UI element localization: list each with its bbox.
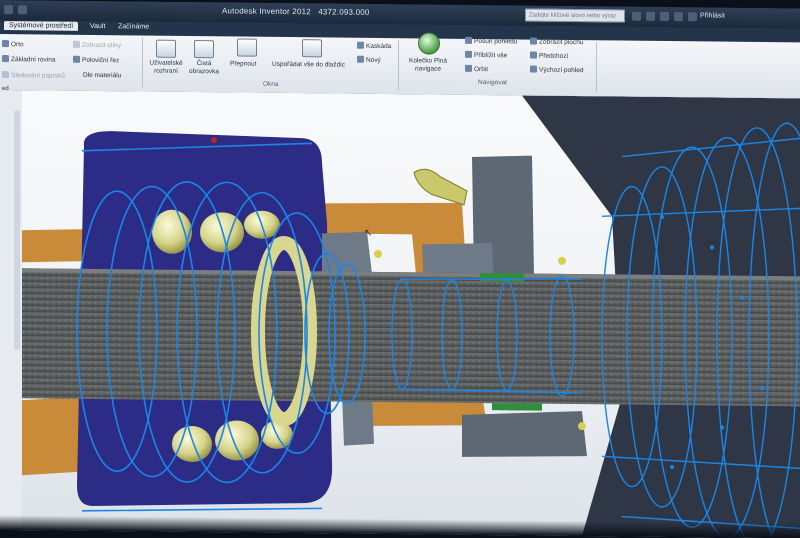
bolt-head [558, 256, 566, 265]
group-separator [398, 40, 399, 91]
new-window-icon [357, 55, 364, 63]
communication-icon[interactable] [646, 11, 655, 21]
home-icon [530, 65, 537, 73]
navigation-wheel-icon [418, 32, 440, 55]
group-separator [142, 37, 143, 88]
panel-scrollbar[interactable] [14, 110, 20, 351]
graphics-viewport[interactable]: ↖ [22, 90, 800, 538]
tab-getting-started[interactable]: Začínáme [118, 23, 149, 30]
tab-vault[interactable]: Vault [90, 23, 105, 30]
new-window-button[interactable]: Nový [357, 55, 381, 64]
inventor-window: Autodesk Inventor 2012 4372.093.000 Zade… [0, 0, 800, 538]
window-title: Autodesk Inventor 2012 4372.093.000 [222, 6, 370, 17]
pan-button[interactable]: Posun pohledu [465, 36, 517, 45]
user-interface-button[interactable]: Uživatelské rozhraní [147, 60, 185, 76]
user-interface-icon [156, 39, 176, 58]
ground-plane-icon [2, 55, 9, 63]
look-at-button[interactable]: Zobrazit plochu [530, 37, 583, 46]
panel-label: ed [2, 86, 9, 93]
mouse-cursor: ↖ [364, 227, 373, 239]
bronze-plate-left [22, 228, 92, 263]
ray-tracing-button[interactable]: Sledování paprsků [2, 71, 65, 80]
cascade-button[interactable]: Kaskáda [357, 41, 391, 50]
help-icon[interactable] [674, 12, 683, 22]
home-view-button[interactable]: Výchozí pohled [530, 65, 583, 74]
orbit-icon [465, 64, 472, 72]
orbit-button[interactable]: Orbit [465, 64, 488, 73]
half-section-button[interactable]: Poloviční řez [73, 55, 119, 64]
show-shadows-button[interactable]: Zobrazit stíny [73, 40, 121, 49]
arrange-all-button[interactable]: Uspořádat vše do dlaždic [272, 61, 345, 69]
clean-screen-icon [194, 40, 214, 59]
tile-windows-icon [302, 39, 322, 58]
shadows-icon [73, 40, 80, 48]
section-icon [73, 55, 80, 63]
windows-group-label: Okna [263, 80, 279, 88]
browser-panel-edge: ed [0, 86, 23, 531]
previous-view-icon [530, 51, 537, 59]
app-menu-icon[interactable] [4, 5, 13, 15]
favorites-icon[interactable] [660, 11, 669, 22]
ortho-icon [2, 40, 9, 48]
tab-system-environment[interactable]: Systémové prostředí [4, 21, 79, 31]
group-separator [596, 42, 597, 93]
green-detail [492, 403, 542, 411]
model-view[interactable] [22, 90, 800, 538]
zoom-all-button[interactable]: Přiblížit vše [465, 50, 507, 59]
navigate-group-label: Navigovat [478, 79, 507, 87]
cascade-icon [357, 41, 364, 49]
switch-window-button[interactable]: Přepnout [230, 60, 256, 67]
user-icon [688, 12, 697, 22]
full-navigation-wheel-button[interactable]: Kolečko Plná navigace [404, 57, 452, 74]
ortho-button[interactable]: Orto [2, 40, 24, 48]
bolt-head [374, 249, 382, 258]
help-search-input[interactable]: Zadejte klíčové slovo nebo výraz [525, 8, 625, 23]
previous-view-button[interactable]: Předchozí [530, 51, 568, 60]
hose-fitting [413, 168, 468, 206]
quick-access-icon[interactable] [18, 5, 27, 15]
ray-tracing-icon [2, 71, 9, 79]
sign-in-link[interactable]: Přihlásit [700, 12, 725, 19]
ground-plane-button[interactable]: Základní rovina [2, 55, 55, 64]
search-icon[interactable] [632, 11, 641, 21]
clean-screen-button[interactable]: Čistá obrazovka [189, 60, 219, 76]
zoom-icon [465, 50, 472, 58]
look-at-icon [530, 37, 537, 45]
switch-window-icon [237, 38, 257, 57]
pan-hand-icon [465, 36, 472, 44]
steel-block-lower-2 [462, 411, 587, 457]
green-detail [480, 273, 524, 282]
by-material-button[interactable]: Dle materiálu [83, 72, 121, 79]
ribbon-panel: Orto Základní rovina Sledování paprsků Z… [0, 32, 800, 100]
